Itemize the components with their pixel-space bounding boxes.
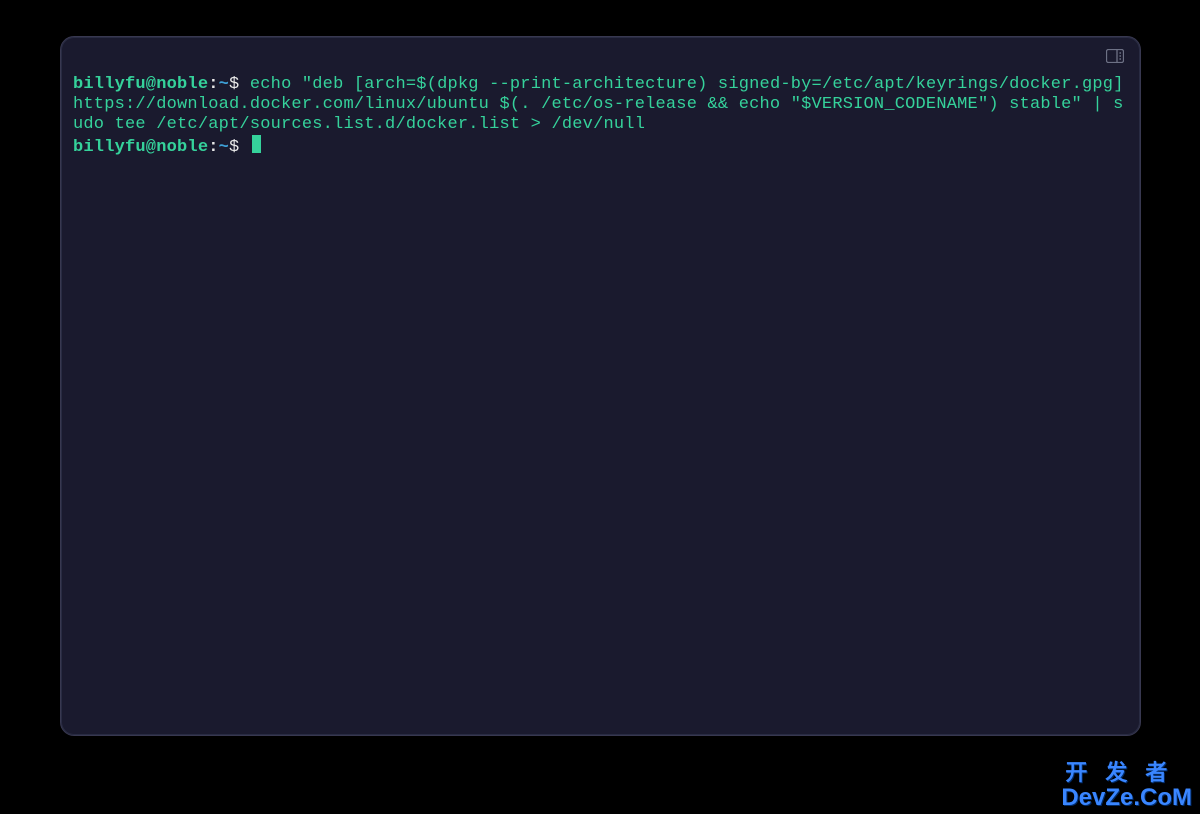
prompt-path: ~: [219, 138, 229, 157]
terminal-window[interactable]: billyfu@noble:~$ echo "deb [arch=$(dpkg …: [60, 36, 1141, 736]
terminal-body[interactable]: billyfu@noble:~$ echo "deb [arch=$(dpkg …: [73, 75, 1128, 158]
terminal-line: billyfu@noble:~$ echo "deb [arch=$(dpkg …: [73, 75, 1134, 134]
watermark: 开发者 DevZe.CoM: [1061, 762, 1192, 810]
watermark-line2: DevZe.CoM: [1061, 786, 1192, 810]
prompt-symbol: $: [229, 75, 239, 94]
watermark-line1: 开发者: [1061, 762, 1192, 784]
prompt-path: ~: [219, 75, 229, 94]
prompt-separator: :: [208, 138, 218, 157]
sidebar-toggle-icon[interactable]: [1106, 49, 1124, 63]
prompt-separator: :: [208, 75, 218, 94]
prompt-user-host: billyfu@noble: [73, 138, 208, 157]
prompt-user-host: billyfu@noble: [73, 75, 208, 94]
cursor-block: [252, 135, 261, 153]
terminal-line: billyfu@noble:~$: [73, 138, 261, 157]
prompt-symbol: $: [229, 138, 239, 157]
